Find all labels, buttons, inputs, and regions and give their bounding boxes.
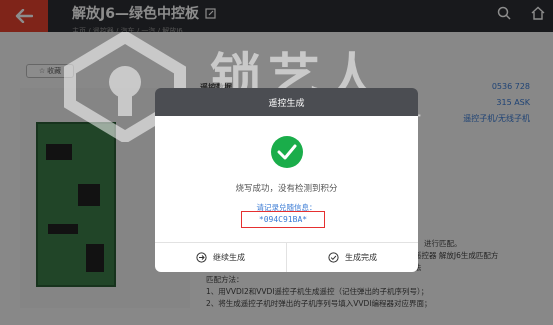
remote-code: *094C91BA* [241, 211, 325, 228]
finish-generate-button[interactable]: 生成完成 [286, 243, 418, 272]
dialog-title: 遥控生成 [268, 98, 305, 109]
success-check-icon [271, 136, 303, 168]
continue-generate-button[interactable]: 继续生成 [155, 243, 286, 272]
finish-generate-label: 生成完成 [345, 253, 377, 262]
dialog-header: 遥控生成 [155, 88, 418, 116]
dialog-message: 烧写成功，没有检测到积分 [235, 184, 338, 194]
dialog-actions: 继续生成 生成完成 [155, 242, 418, 272]
arrow-right-circle-icon [196, 252, 207, 263]
remote-code-value: *094C91BA* [258, 215, 308, 224]
continue-generate-label: 继续生成 [213, 253, 245, 262]
success-dialog: 烧写成功，没有检测到积分 请记录兑随信息： *094C91BA* 继续生成 生成… [155, 116, 418, 272]
check-circle-icon [328, 252, 339, 263]
